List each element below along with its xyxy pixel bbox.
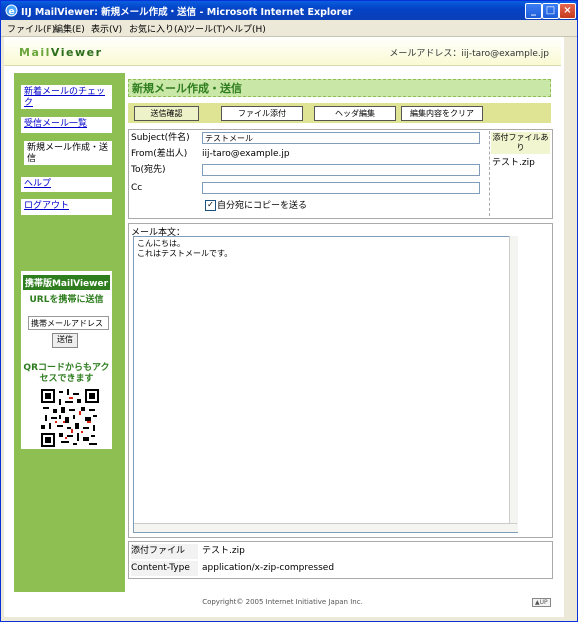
main-panel: 新規メール作成・送信 送信確認 ファイル添付 ヘッダ編集 編集内容をクリア Su… xyxy=(125,73,555,592)
minimize-button[interactable]: _ xyxy=(525,3,542,19)
copy-to-self-label: 自分宛にコピーを送る xyxy=(217,201,308,211)
sidebar-item-logout[interactable]: ログアウト xyxy=(21,199,112,215)
attachment-info: 添付ファイル テスト.zip Content-Type application/… xyxy=(128,541,553,579)
mailviewer-logo: MailViewer xyxy=(19,46,103,59)
page-up-link[interactable]: ▲UP xyxy=(532,598,551,607)
page-scrollbar[interactable] xyxy=(564,37,574,617)
attach-info-value: テスト.zip xyxy=(202,546,245,556)
clear-edits-button[interactable]: 編集内容をクリア xyxy=(401,106,483,121)
mail-address: メールアドレス：iij-taro@example.jp xyxy=(389,49,549,59)
page-content: MailViewer メールアドレス：iij-taro@example.jp 新… xyxy=(4,37,574,617)
cc-label: Cc xyxy=(131,183,143,193)
sidebar: 新着メールのチェック 受信メール一覧 新規メール作成・送信 ヘルプ ログアウト … xyxy=(14,73,119,592)
body-box: メール本文： こんにちは。 これはテストメールです。 xyxy=(128,223,553,538)
mobile-address-input[interactable] xyxy=(28,316,109,330)
to-input[interactable] xyxy=(202,164,480,176)
title-bar: e IIJ MailViewer: 新規メール作成・送信 - Microsoft… xyxy=(1,1,577,20)
body-textarea[interactable]: こんにちは。 これはテストメールです。 xyxy=(133,236,518,533)
mobile-subtitle: URLを携帯に送信 xyxy=(29,295,104,305)
svg-text:e: e xyxy=(9,7,15,17)
sidebar-item-help[interactable]: ヘルプ xyxy=(21,177,112,192)
menu-tools[interactable]: ツール(T) xyxy=(186,22,226,35)
menu-file[interactable]: ファイル(F) xyxy=(7,22,55,35)
copy-to-self-checkbox[interactable]: ✓ xyxy=(205,200,216,211)
sidebar-item-check-new[interactable]: 新着メールのチェック xyxy=(21,85,112,109)
attachment-header: 添付ファイルあり xyxy=(491,132,550,154)
header-form: Subject(件名) テストメール From(差出人) iij-taro@ex… xyxy=(128,129,553,219)
to-label: To(宛先) xyxy=(131,165,166,175)
sidebar-item-compose: 新規メール作成・送信 xyxy=(21,141,112,165)
cc-input[interactable] xyxy=(202,182,480,194)
attach-info-label: 添付ファイル xyxy=(131,544,198,559)
close-button[interactable]: × xyxy=(559,3,576,19)
vertical-scrollbar[interactable] xyxy=(509,236,518,532)
attachment-file: テスト.zip xyxy=(492,158,535,168)
menu-favorites[interactable]: お気に入り(A) xyxy=(129,22,187,35)
maximize-button[interactable]: □ xyxy=(542,3,559,19)
menu-help[interactable]: ヘルプ(H) xyxy=(225,22,266,35)
qr-code xyxy=(41,389,99,447)
attach-file-button[interactable]: ファイル添付 xyxy=(221,106,303,121)
send-confirm-button[interactable]: 送信確認 xyxy=(134,106,199,121)
copyright: Copyright© 2005 Internet Initiative Japa… xyxy=(202,598,363,606)
horizontal-scrollbar[interactable] xyxy=(134,523,517,532)
mobile-panel: 携帯版MailViewer URLを携帯に送信 送信 QRコードからもアクセスで… xyxy=(21,271,112,449)
browser-window: e IIJ MailViewer: 新規メール作成・送信 - Microsoft… xyxy=(0,0,578,622)
page-title: 新規メール作成・送信 xyxy=(128,79,551,97)
body-text: こんにちは。 これはテストメールです。 xyxy=(137,239,233,258)
action-toolbar: 送信確認 ファイル添付 ヘッダ編集 編集内容をクリア xyxy=(128,103,551,123)
qr-text: QRコードからもアクセスできます xyxy=(23,363,110,384)
subject-label: Subject(件名) xyxy=(131,133,190,143)
mobile-send-button[interactable]: 送信 xyxy=(52,333,78,348)
ie-icon: e xyxy=(5,4,18,17)
attachment-box: 添付ファイルあり テスト.zip xyxy=(489,131,551,216)
content-type-label: Content-Type xyxy=(131,561,198,576)
layout-frame: 新着メールのチェック 受信メール一覧 新規メール作成・送信 ヘルプ ログアウト … xyxy=(14,73,555,592)
subject-input[interactable]: テストメール xyxy=(202,132,480,144)
page-header: MailViewer メールアドレス：iij-taro@example.jp xyxy=(4,37,561,66)
menu-edit[interactable]: 編集(E) xyxy=(54,22,85,35)
menu-view[interactable]: 表示(V) xyxy=(91,22,122,35)
menu-bar: ファイル(F) 編集(E) 表示(V) お気に入り(A) ツール(T) ヘルプ(… xyxy=(1,20,577,37)
sidebar-item-inbox[interactable]: 受信メール一覧 xyxy=(21,117,112,133)
window-title: IIJ MailViewer: 新規メール作成・送信 - Microsoft I… xyxy=(21,7,353,18)
content-type-value: application/x-zip-compressed xyxy=(202,563,335,573)
from-label: From(差出人) xyxy=(131,149,188,159)
from-value: iij-taro@example.jp xyxy=(202,149,290,159)
edit-header-button[interactable]: ヘッダ編集 xyxy=(314,106,396,121)
mobile-title: 携帯版MailViewer xyxy=(23,275,110,290)
